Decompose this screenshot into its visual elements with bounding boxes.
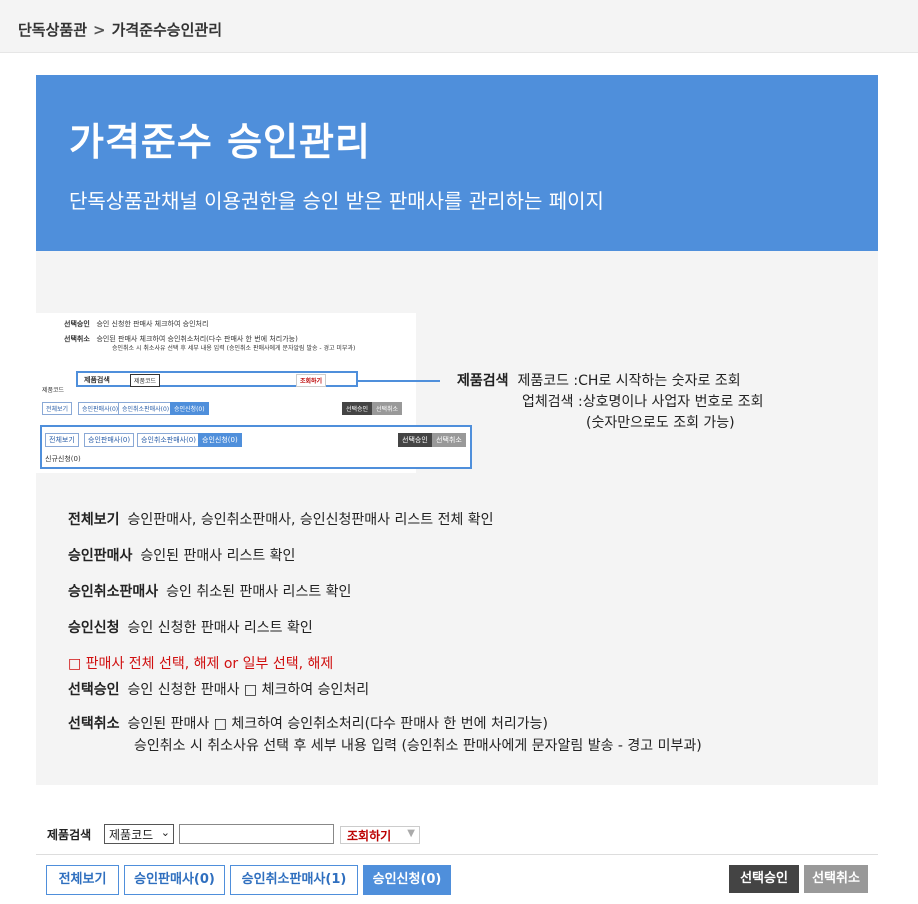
guide-search-button: 조회하기: [296, 374, 327, 387]
dropdown-arrow-icon: ▼: [407, 828, 415, 839]
guide-tab-request: 승인신청(0): [198, 433, 242, 447]
guide-approve: 선택승인: [398, 433, 432, 447]
callout-l3-text: (숫자만으로도 조회 가능): [586, 415, 735, 431]
guide-panel: 선택승인 승인 신청한 판매사 체크하여 승인처리 선택취소 승인된 판매사 체…: [36, 251, 878, 785]
def-canceled-text: 승인 취소된 판매사 리스트 확인: [166, 584, 352, 600]
approve-selected-button[interactable]: 선택승인: [729, 865, 799, 893]
guide-tab-request-small: 승인신청(0): [170, 402, 209, 415]
search-type-select[interactable]: 제품코드 ⌄: [104, 824, 174, 844]
callout-l2-term: 업체검색 :: [522, 394, 583, 410]
guide-tab-approved-small: 승인판매사(0): [78, 402, 123, 415]
breadcrumb-root[interactable]: 단독상품관: [18, 21, 87, 39]
chevron-down-icon: ⌄: [160, 826, 170, 839]
def-cancel-term: 선택취소: [68, 716, 120, 732]
search-label: 제품검색: [47, 828, 92, 842]
guide-pending: 신규신청(0): [45, 455, 81, 463]
search-button-label: 조회하기: [347, 829, 392, 843]
search-input[interactable]: [179, 824, 334, 844]
page-header-banner: 가격준수 승인관리 단독상품관채널 이용권한을 승인 받은 판매사를 관리하는 …: [36, 75, 878, 251]
guide-line2-text: 승인된 판매사 체크하여 승인취소처리(다수 판매사 한 번에 처리가능): [96, 335, 298, 343]
def-approve-text: 승인 신청한 판매사 □ 체크하여 승인처리: [127, 682, 370, 698]
def-cancel-text1: 승인된 판매사 □ 체크하여 승인취소처리(다수 판매사 한 번에 처리가능): [127, 716, 548, 732]
guide-line3-text: 승인취소 시 취소사유 선택 후 세부 내용 입력 (승인취소 판매사에게 문자…: [112, 345, 356, 352]
guide-cancel: 선택취소: [432, 433, 466, 447]
tab-canceled-sellers[interactable]: 승인취소판매사(1): [230, 865, 358, 895]
guide-search-highlight: 제품검색 제품코드 조회하기: [76, 371, 358, 387]
guide-tab-all: 전체보기: [45, 433, 79, 447]
callout-connector: [358, 380, 440, 382]
callout-line2: 업체검색 :상호명이나 사업자 번호로 조회: [522, 391, 763, 411]
top-bar: 단독상품관 > 가격준수승인관리: [0, 0, 918, 53]
def-all-term: 전체보기: [68, 512, 120, 528]
def-note: □ 판매사 전체 선택, 해제 or 일부 선택, 해제: [68, 656, 334, 672]
guide-search-label: 제품검색: [84, 376, 110, 384]
callout-search-info: 제품검색 제품코드 :CH로 시작하는 숫자로 조회: [457, 370, 741, 390]
guide-cancel-small: 선택취소: [372, 402, 403, 415]
def-all-text: 승인판매사, 승인취소판매사, 승인신청판매사 리스트 전체 확인: [127, 512, 494, 528]
page-title: 가격준수 승인관리: [69, 120, 371, 164]
guide-tabs-highlight: 전체보기 승인판매사(0) 승인취소판매사(0) 승인신청(0) 선택승인 선택…: [40, 425, 472, 469]
breadcrumb-separator: >: [93, 21, 106, 39]
def-approved-text: 승인된 판매사 리스트 확인: [140, 548, 296, 564]
page-subtitle: 단독상품관채널 이용권한을 승인 받은 판매사를 관리하는 페이지: [69, 189, 604, 213]
def-cancel-text2: 승인취소 시 취소사유 선택 후 세부 내용 입력 (승인취소 판매사에게 문자…: [134, 738, 702, 754]
def-request-text: 승인 신청한 판매사 리스트 확인: [127, 620, 313, 636]
guide-line2-term: 선택취소: [64, 335, 90, 343]
guide-screenshot: 선택승인 승인 신청한 판매사 체크하여 승인처리 선택취소 승인된 판매사 체…: [36, 313, 472, 473]
breadcrumb-current: 가격준수승인관리: [111, 21, 222, 39]
tab-approved-sellers[interactable]: 승인판매사(0): [124, 865, 225, 895]
divider: [36, 854, 878, 855]
guide-tab-canceled-small: 승인취소판매사(0): [118, 402, 174, 415]
guide-tab-all-small: 전체보기: [42, 402, 73, 415]
guide-tab-canceled: 승인취소판매사(0): [137, 433, 200, 447]
breadcrumb: 단독상품관 > 가격준수승인관리: [18, 19, 222, 40]
callout-title: 제품검색: [457, 373, 509, 389]
def-approve-term: 선택승인: [68, 682, 120, 698]
def-approved-term: 승인판매사: [68, 548, 133, 564]
def-request-term: 승인신청: [68, 620, 120, 636]
guide-approve-small: 선택승인: [342, 402, 373, 415]
cancel-selected-button[interactable]: 선택취소: [804, 865, 868, 893]
tab-approval-requests[interactable]: 승인신청(0): [363, 865, 451, 895]
guide-line1-term: 선택승인: [64, 320, 90, 328]
tab-all[interactable]: 전체보기: [46, 865, 119, 895]
callout-l1-term: 제품코드 :: [517, 373, 579, 389]
callout-l2-text: 상호명이나 사업자 번호로 조회: [582, 394, 764, 410]
search-type-value: 제품코드: [109, 828, 154, 842]
def-canceled-term: 승인취소판매사: [68, 584, 159, 600]
callout-l1-text: CH로 시작하는 숫자로 조회: [578, 373, 741, 389]
guide-tab-approved: 승인판매사(0): [84, 433, 135, 447]
guide-line1-text: 승인 신청한 판매사 체크하여 승인처리: [96, 320, 209, 328]
guide-small-label: 제품코드: [42, 387, 65, 394]
search-button[interactable]: 조회하기 ▼: [340, 826, 420, 844]
guide-search-select: 제품코드: [130, 374, 161, 387]
